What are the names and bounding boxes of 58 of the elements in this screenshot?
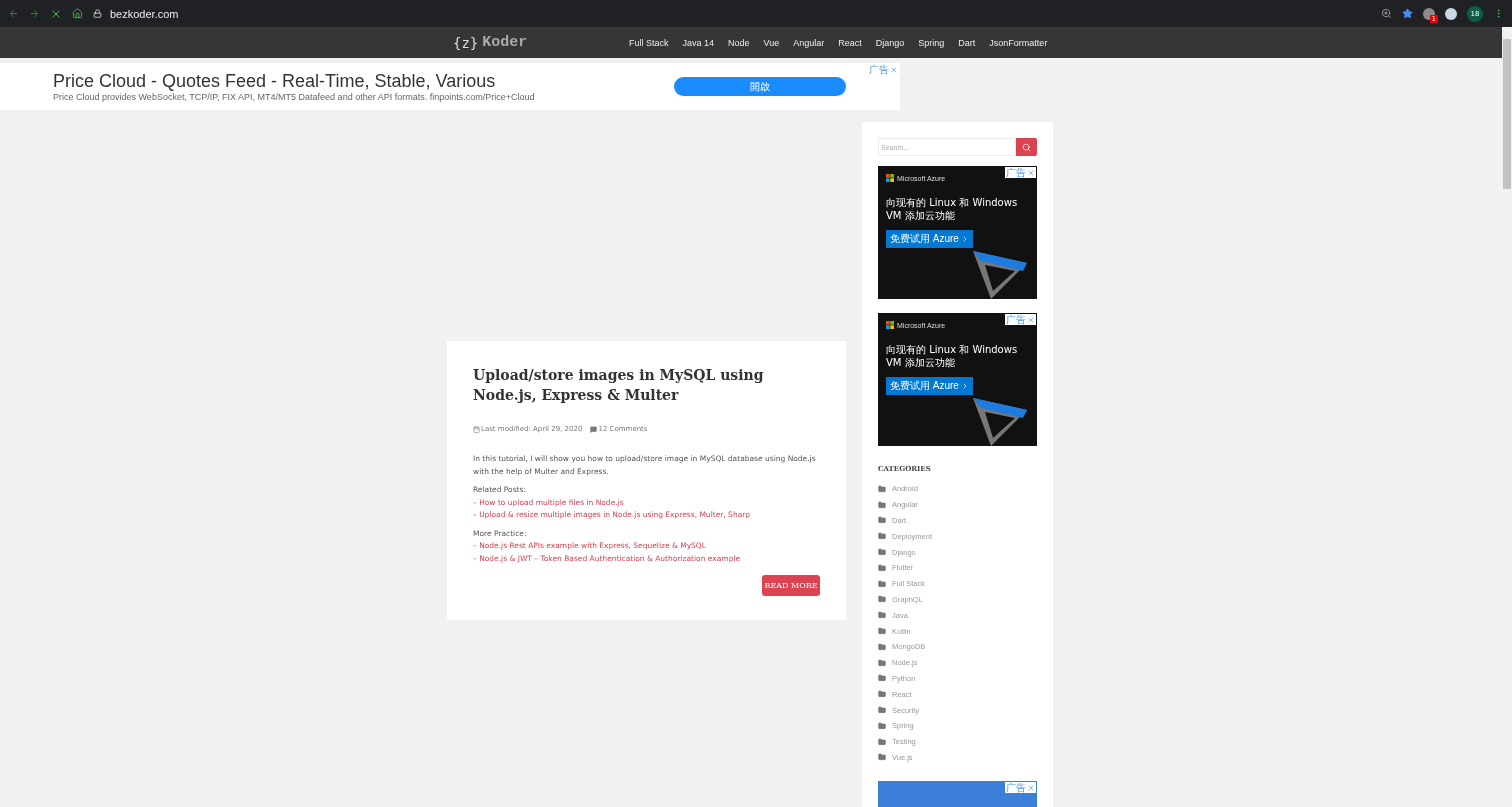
close-icon[interactable] xyxy=(1027,168,1035,177)
ad-cta-button[interactable]: 免费试用 Azure xyxy=(886,377,973,395)
windows-logo-icon xyxy=(886,174,894,182)
folder-icon xyxy=(878,721,886,730)
site-logo[interactable]: {z} Koder xyxy=(453,34,603,51)
close-icon[interactable] xyxy=(1027,783,1035,792)
nav-link[interactable]: Dart xyxy=(958,37,976,48)
ad-cta-button[interactable]: 免费试用 Azure xyxy=(886,230,973,248)
folder-icon xyxy=(878,516,886,525)
folder-icon xyxy=(878,627,886,636)
read-more-button[interactable]: READ MORE xyxy=(762,575,820,596)
ad-label[interactable]: 广告 xyxy=(1005,782,1036,794)
folder-icon xyxy=(878,532,886,541)
ad-headline: 向现有的 Linux 和 Windows VM 添加云功能 xyxy=(886,196,1019,222)
folder-icon xyxy=(878,642,886,651)
folder-icon xyxy=(878,674,886,683)
folder-icon xyxy=(878,753,886,762)
nav-link[interactable]: JsonFormatter xyxy=(989,37,1048,48)
nav-link[interactable]: Full Stack xyxy=(629,37,669,48)
windows-logo-icon xyxy=(886,321,894,329)
ad-headline: 向现有的 Linux 和 Windows VM 添加云功能 xyxy=(886,343,1019,369)
extension-icon[interactable] xyxy=(1445,7,1457,20)
folder-icon xyxy=(878,737,886,746)
address-bar[interactable]: bezkoder.com xyxy=(110,7,179,20)
folder-icon xyxy=(878,658,886,667)
nav-link[interactable]: Java 14 xyxy=(682,37,715,48)
close-icon[interactable] xyxy=(890,65,898,74)
comment-icon xyxy=(590,425,598,433)
post-title[interactable]: Upload/store images in MySQL using Node.js, Express & Multer xyxy=(473,365,820,405)
close-icon[interactable] xyxy=(1027,315,1035,324)
bookmark-star-icon[interactable] xyxy=(1402,8,1413,19)
folder-icon xyxy=(878,500,886,509)
home-icon[interactable] xyxy=(72,8,83,19)
forward-icon[interactable] xyxy=(29,8,40,19)
zoom-icon[interactable] xyxy=(1381,8,1392,19)
ad-description: Price Cloud provides WebSocket, TCP/IP, FIX API, MT4/MT5 Datafeed and other API formats. finpoints.com/Price+Cloud xyxy=(53,92,536,102)
folder-icon xyxy=(878,611,886,620)
nav-link[interactable]: Django xyxy=(875,37,905,48)
ad-label[interactable]: 广告 xyxy=(868,64,899,75)
ad-open-button[interactable]: 開啟 xyxy=(674,77,846,96)
back-icon[interactable] xyxy=(8,8,19,19)
folder-icon xyxy=(878,484,886,493)
search-button[interactable] xyxy=(1016,138,1037,156)
folder-icon xyxy=(878,548,886,557)
nav-link[interactable]: Spring xyxy=(918,37,945,48)
nav-link[interactable]: React xyxy=(838,37,862,48)
folder-icon xyxy=(878,690,886,699)
lock-icon xyxy=(93,9,102,18)
folder-icon xyxy=(878,563,886,572)
calendar-icon xyxy=(473,425,480,433)
nav-link[interactable]: Node xyxy=(728,37,750,48)
search-icon xyxy=(1022,142,1031,152)
nav-link[interactable]: Vue xyxy=(763,37,780,48)
ad-title[interactable]: Price Cloud - Quotes Feed - Real-Time, Stable, Various xyxy=(53,71,674,92)
folder-icon xyxy=(878,579,886,588)
folder-icon xyxy=(878,595,886,604)
folder-icon xyxy=(878,706,886,715)
nav-link[interactable]: Angular xyxy=(793,37,825,48)
